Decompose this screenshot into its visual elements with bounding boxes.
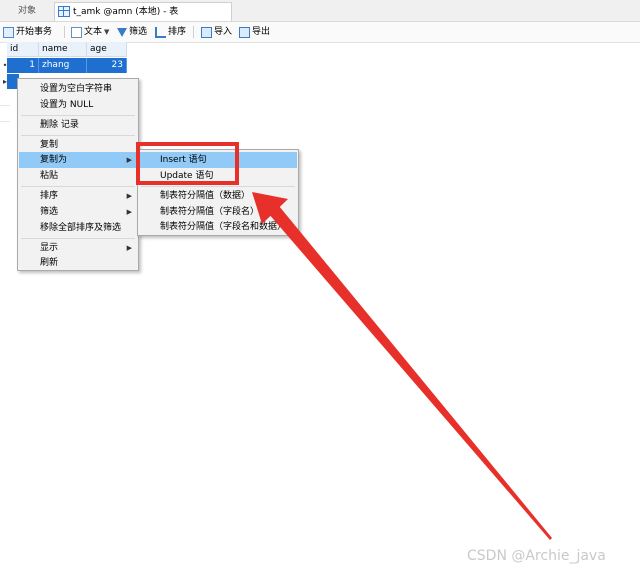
- annotation-arrow: [252, 192, 552, 540]
- arrow-shaft: [268, 206, 552, 540]
- watermark: CSDN @Archie_java: [467, 548, 606, 564]
